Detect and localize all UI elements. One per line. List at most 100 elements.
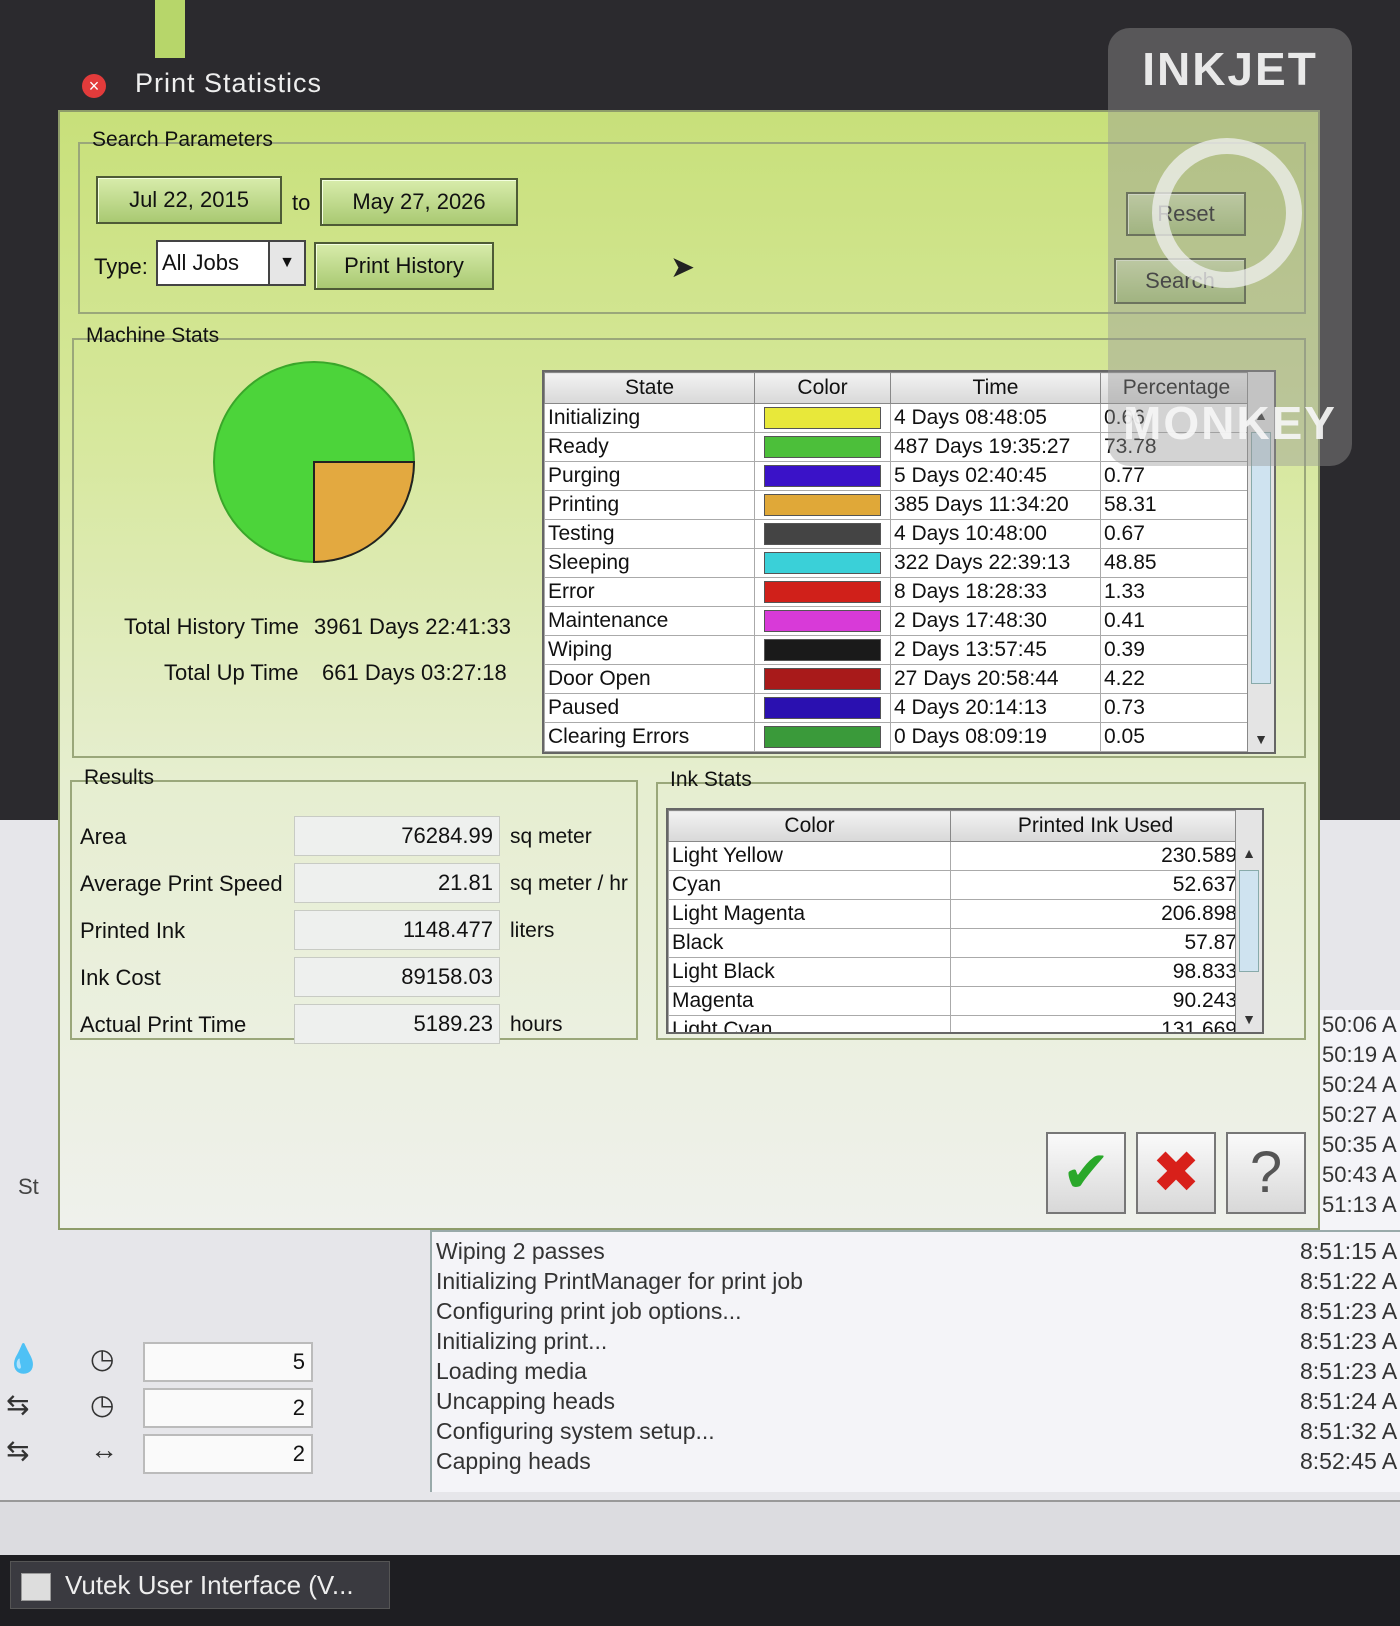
color-swatch — [764, 639, 881, 661]
percentage-cell: 0.73 — [1100, 693, 1253, 723]
scroll-thumb[interactable] — [1251, 432, 1271, 684]
percentage-cell: 0.05 — [1100, 722, 1253, 752]
to-label: to — [292, 190, 311, 215]
time-cell: 4 Days 20:14:13 — [890, 693, 1101, 723]
table-row[interactable]: Wiping 2 Days 13:57:45 0.39 — [544, 635, 1253, 665]
cancel-button[interactable]: ✖ — [1136, 1132, 1216, 1214]
percentage-cell: 0.41 — [1100, 606, 1253, 636]
scroll-down-icon[interactable]: ▼ — [1248, 726, 1274, 752]
to-date-button[interactable]: May 27, 2026 — [320, 178, 518, 226]
time-cell: 0 Days 08:09:19 — [890, 722, 1101, 752]
table-row[interactable]: Maintenance 2 Days 17:48:30 0.41 — [544, 606, 1253, 636]
inkjet-monkey-watermark: INKJET MONKEY — [1108, 28, 1352, 466]
ink-stats-table: Color Printed Ink Used Light Yellow 230.5… — [666, 808, 1264, 1034]
log-message: Uncapping heads — [436, 1388, 616, 1414]
chevron-down-icon[interactable]: ▼ — [268, 242, 304, 284]
ink-used-cell: 230.589 — [950, 841, 1241, 871]
results-group: Results Area 76284.99 sq meter Average Prin… — [70, 766, 638, 1044]
state-cell: Ready — [544, 432, 755, 462]
log-row: Capping heads 8:52:45 A — [432, 1446, 1400, 1476]
state-cell: Maintenance — [544, 606, 755, 636]
col-header-time[interactable]: Time — [890, 372, 1101, 404]
watermark-bottom-text: MONKEY — [1123, 397, 1337, 449]
scroll-up-icon[interactable]: ▲ — [1236, 840, 1262, 866]
total-up-label: Total Up Time — [164, 660, 299, 685]
color-cell — [754, 664, 891, 694]
log-row: Initializing PrintManager for print job 8… — [432, 1266, 1400, 1296]
result-unit: liters — [510, 919, 555, 942]
color-cell — [754, 403, 891, 433]
type-select[interactable]: All Jobs ▼ — [156, 240, 306, 286]
log-time: 8:51:23 A — [1300, 1358, 1398, 1384]
table-row[interactable]: Magenta 90.243 — [668, 986, 1241, 1016]
color-swatch — [764, 697, 881, 719]
close-icon[interactable]: × — [82, 74, 106, 98]
scroll-thumb[interactable] — [1239, 870, 1259, 972]
ink-used-cell: 57.87 — [950, 928, 1241, 958]
table-row[interactable]: Light Magenta 206.898 — [668, 899, 1241, 929]
col-header-ink-color[interactable]: Color — [668, 810, 951, 842]
ok-button[interactable]: ✔ — [1046, 1132, 1126, 1214]
table-row[interactable]: Light Yellow 230.589 — [668, 841, 1241, 871]
log-time: 8:51:23 A — [1300, 1298, 1398, 1324]
color-cell — [754, 635, 891, 665]
gear-icon — [1152, 138, 1302, 288]
col-header-printed-ink-used[interactable]: Printed Ink Used — [950, 810, 1241, 842]
ink-stats-scrollbar[interactable]: ▲ ▼ — [1235, 810, 1262, 1032]
total-history-value: 3961 Days 22:41:33 — [314, 614, 511, 639]
percentage-cell: 1.33 — [1100, 577, 1253, 607]
dialog-title: Print Statistics — [135, 68, 323, 98]
help-button[interactable]: ? — [1226, 1132, 1306, 1214]
time-cell: 4 Days 08:48:05 — [890, 403, 1101, 433]
ink-used-cell: 52.637 — [950, 870, 1241, 900]
double-arrow-icon: ↔ — [90, 1434, 118, 1465]
time-cell: 4 Days 10:48:00 — [890, 519, 1101, 549]
time-cell: 5 Days 02:40:45 — [890, 461, 1101, 491]
ink-color-cell: Light Yellow — [668, 841, 951, 871]
log-message: Initializing print... — [436, 1328, 608, 1354]
time-cell: 322 Days 22:39:13 — [890, 548, 1101, 578]
result-label: Area — [80, 824, 127, 849]
col-header-color[interactable]: Color — [754, 372, 891, 404]
table-row[interactable]: Sleeping 322 Days 22:39:13 48.85 — [544, 548, 1253, 578]
table-row[interactable]: Error 8 Days 18:28:33 1.33 — [544, 577, 1253, 607]
print-history-button[interactable]: Print History — [314, 242, 494, 290]
drops-icon: 💧 — [6, 1343, 41, 1374]
log-time: 50:19 A — [1322, 1042, 1397, 1067]
color-cell — [754, 461, 891, 491]
log-message: Initializing PrintManager for print job — [436, 1268, 803, 1294]
table-row[interactable]: Cyan 52.637 — [668, 870, 1241, 900]
table-row[interactable]: Door Open 27 Days 20:58:44 4.22 — [544, 664, 1253, 694]
from-date-button[interactable]: Jul 22, 2015 — [96, 176, 282, 224]
ink-stats-label: Ink Stats — [670, 768, 752, 791]
taskbar-app-button[interactable]: Vutek User Interface (V... — [10, 1561, 390, 1609]
table-row[interactable]: Light Black 98.833 — [668, 957, 1241, 987]
table-row[interactable]: Clearing Errors 0 Days 08:09:19 0.05 — [544, 722, 1253, 752]
table-row[interactable]: Paused 4 Days 20:14:13 0.73 — [544, 693, 1253, 723]
percentage-cell: 0.67 — [1100, 519, 1253, 549]
color-swatch — [764, 494, 881, 516]
table-row[interactable]: Testing 4 Days 10:48:00 0.67 — [544, 519, 1253, 549]
col-header-state[interactable]: State — [544, 372, 755, 404]
color-swatch — [764, 726, 881, 748]
stepper-1[interactable]: 5 — [143, 1342, 313, 1382]
table-row[interactable]: Light Cyan 131.669 — [668, 1015, 1241, 1032]
table-row[interactable]: Black 57.87 — [668, 928, 1241, 958]
color-swatch — [764, 407, 881, 429]
state-cell: Initializing — [544, 403, 755, 433]
scroll-down-icon[interactable]: ▼ — [1236, 1006, 1262, 1032]
color-swatch — [764, 610, 881, 632]
taskbar: Vutek User Interface (V... — [0, 1555, 1400, 1626]
color-cell — [754, 548, 891, 578]
stepper-3[interactable]: 2 — [143, 1434, 313, 1474]
wipe-icon: ⇆ — [6, 1389, 30, 1420]
color-cell — [754, 577, 891, 607]
table-row[interactable]: Printing 385 Days 11:34:20 58.31 — [544, 490, 1253, 520]
ink-stats-group: Ink Stats Color Printed Ink Used Light Y… — [656, 768, 1306, 1040]
log-row: Initializing print... 8:51:23 A — [432, 1326, 1400, 1356]
state-cell: Testing — [544, 519, 755, 549]
total-history-label: Total History Time — [124, 614, 299, 639]
background-stub-label: St — [18, 1174, 39, 1199]
stepper-2[interactable]: 2 — [143, 1388, 313, 1428]
color-cell — [754, 722, 891, 752]
